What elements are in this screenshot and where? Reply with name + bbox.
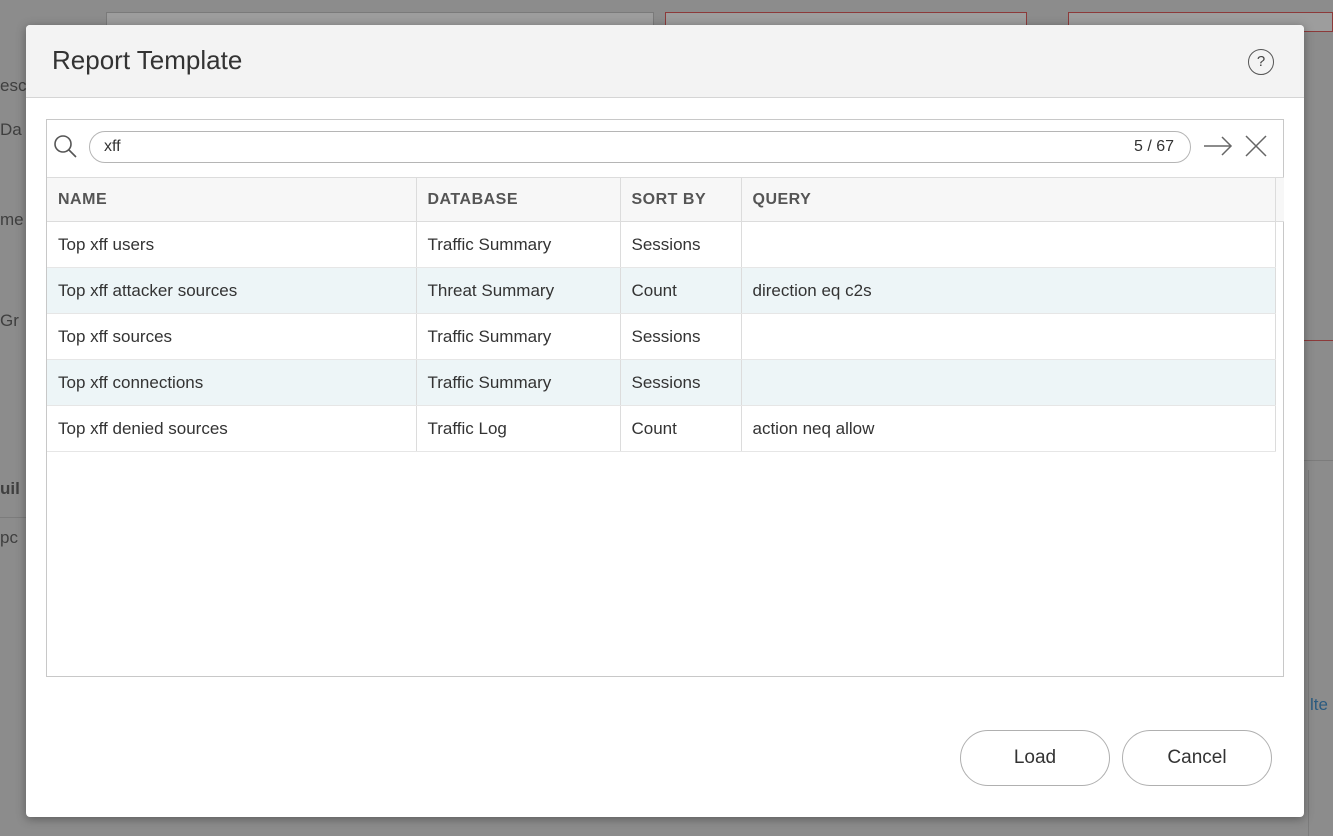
background-text: esc — [0, 76, 27, 95]
cell-name: Top xff denied sources — [47, 405, 417, 452]
background-text: uil — [0, 479, 20, 498]
dialog-header: Report Template ? — [26, 25, 1304, 98]
table-row[interactable]: Top xff attacker sources Threat Summary … — [47, 267, 1276, 314]
cell-sort-by: Count — [620, 267, 742, 314]
cell-name: Top xff connections — [47, 359, 417, 406]
cell-query: direction eq c2s — [741, 267, 1276, 314]
next-arrow-icon[interactable] — [1202, 134, 1234, 158]
cancel-button[interactable]: Cancel — [1122, 730, 1272, 786]
cell-database: Traffic Summary — [416, 313, 621, 360]
template-table: NAME DATABASE SORT BY QUERY Top xff user… — [47, 177, 1276, 452]
cell-database: Threat Summary — [416, 267, 621, 314]
dialog-title: Report Template — [52, 45, 243, 75]
background-text: Da — [0, 120, 22, 139]
template-grid: 5 / 67 NAME DATABASE SORT BY QUERY — [46, 119, 1284, 677]
search-match-count: 5 / 67 — [1133, 138, 1174, 155]
cell-query — [741, 221, 1276, 268]
table-row[interactable]: Top xff denied sources Traffic Log Count… — [47, 405, 1276, 452]
help-icon[interactable]: ? — [1248, 49, 1274, 75]
search-icon — [54, 135, 77, 158]
table-row[interactable]: Top xff users Traffic Summary Sessions — [47, 221, 1276, 268]
table-row[interactable]: Top xff sources Traffic Summary Sessions — [47, 313, 1276, 360]
scrollbar-gutter — [1276, 177, 1284, 222]
cell-query — [741, 359, 1276, 406]
load-button[interactable]: Load — [960, 730, 1110, 786]
column-header-name[interactable]: NAME — [47, 177, 417, 222]
cell-sort-by: Sessions — [620, 313, 742, 360]
cell-sort-by: Count — [620, 405, 742, 452]
background-text: lte — [1310, 695, 1328, 714]
close-icon[interactable] — [1244, 134, 1268, 158]
cell-name: Top xff sources — [47, 313, 417, 360]
cell-database: Traffic Log — [416, 405, 621, 452]
table-row[interactable]: Top xff connections Traffic Summary Sess… — [47, 359, 1276, 406]
cell-name: Top xff users — [47, 221, 417, 268]
background-divider — [1304, 460, 1333, 461]
search-input[interactable] — [104, 136, 1004, 158]
report-template-dialog: Report Template ? 5 / 67 — [26, 25, 1304, 817]
cell-database: Traffic Summary — [416, 221, 621, 268]
search-field[interactable]: 5 / 67 — [89, 131, 1191, 163]
cell-query: action neq allow — [741, 405, 1276, 452]
table-header-row: NAME DATABASE SORT BY QUERY — [47, 177, 1276, 222]
background-text: Gr — [0, 311, 19, 330]
background-divider — [1308, 470, 1309, 836]
column-header-query[interactable]: QUERY — [741, 177, 1276, 222]
background-text: pc — [0, 528, 18, 547]
cell-name: Top xff attacker sources — [47, 267, 417, 314]
cell-sort-by: Sessions — [620, 221, 742, 268]
background-divider — [0, 517, 26, 518]
background-text: me — [0, 210, 24, 229]
cell-sort-by: Sessions — [620, 359, 742, 406]
search-bar: 5 / 67 — [47, 120, 1283, 178]
column-header-database[interactable]: DATABASE — [416, 177, 621, 222]
cell-query — [741, 313, 1276, 360]
cell-database: Traffic Summary — [416, 359, 621, 406]
background-divider — [1304, 340, 1333, 341]
column-header-sort-by[interactable]: SORT BY — [620, 177, 742, 222]
